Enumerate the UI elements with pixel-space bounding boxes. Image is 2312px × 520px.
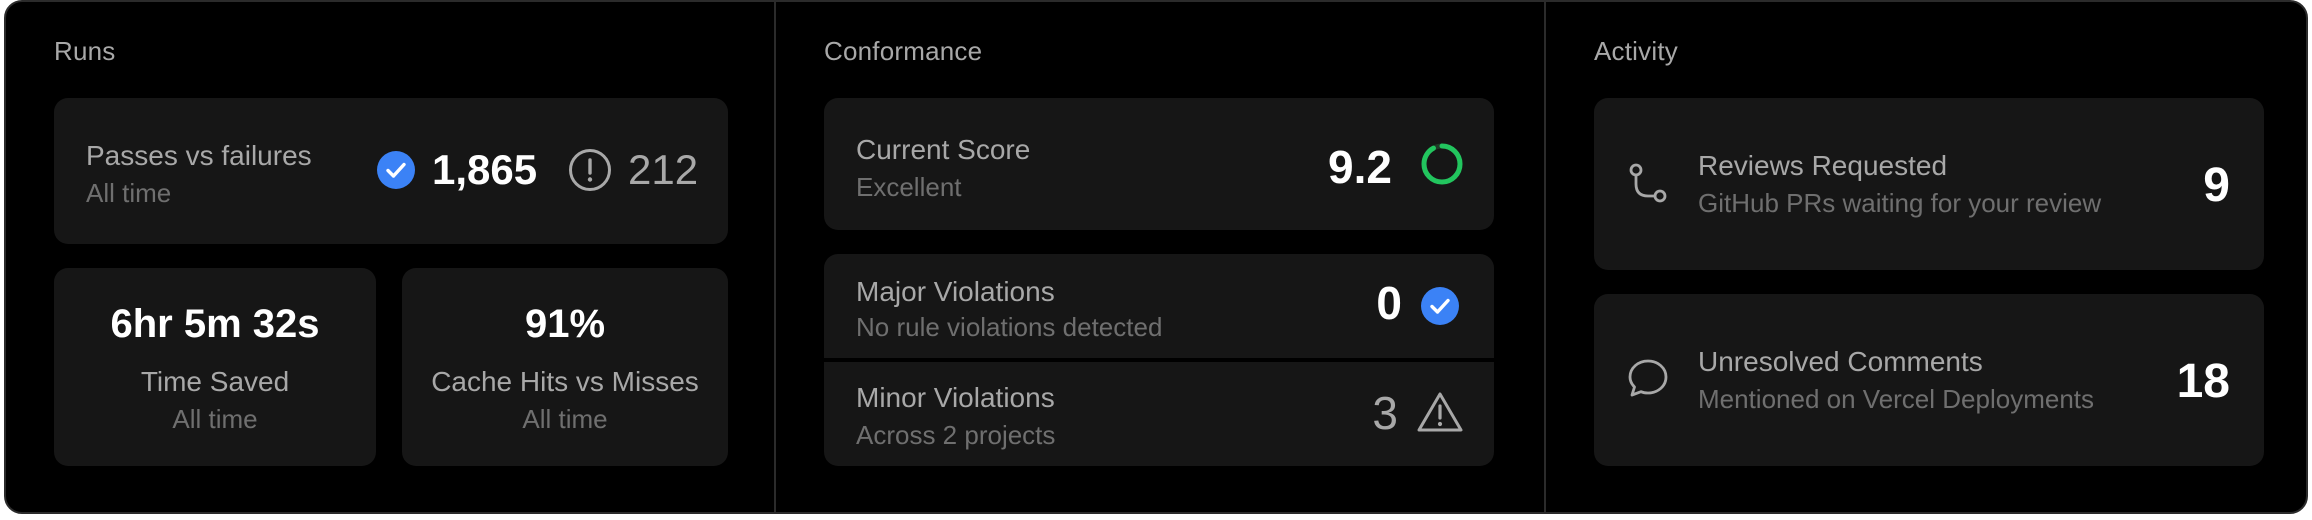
current-score-sublabel: Excellent xyxy=(856,172,962,202)
warning-triangle-icon xyxy=(1416,390,1464,434)
major-violations-sublabel: No rule violations detected xyxy=(856,312,1163,342)
reviews-requested-count: 9 xyxy=(2203,159,2230,212)
cache-hits-card[interactable]: 91% Cache Hits vs Misses All time xyxy=(402,268,728,466)
minor-violations-sublabel: Across 2 projects xyxy=(856,420,1056,450)
cache-hits-sublabel: All time xyxy=(522,404,608,434)
comment-bubble-icon xyxy=(1626,356,1670,400)
alert-circle-icon xyxy=(568,148,612,192)
check-circle-icon xyxy=(376,150,416,190)
runs-column: Runs Passes vs failures All time 1,865 2… xyxy=(6,2,776,512)
failures-count: 212 xyxy=(628,146,699,193)
score-ring-icon xyxy=(1420,142,1464,186)
current-score-card[interactable]: Current Score Excellent 9.2 xyxy=(824,98,1494,230)
conformance-column: Conformance Current Score Excellent 9.2 … xyxy=(776,2,1544,512)
reviews-requested-card[interactable]: Reviews Requested GitHub PRs waiting for… xyxy=(1594,98,2264,270)
cache-hits-value: 91% xyxy=(524,302,606,346)
git-pull-request-icon xyxy=(1626,162,1670,206)
cache-hits-label: Cache Hits vs Misses xyxy=(431,366,699,397)
section-title-activity: Activity xyxy=(1594,36,1678,66)
unresolved-comments-count: 18 xyxy=(2176,355,2230,408)
major-violations-card[interactable]: Major Violations No rule violations dete… xyxy=(824,254,1494,358)
activity-column: Activity Reviews Requested GitHub PRs wa… xyxy=(1546,2,2306,512)
current-score-label: Current Score xyxy=(856,134,1031,165)
unresolved-comments-sublabel: Mentioned on Vercel Deployments xyxy=(1698,384,2095,414)
minor-violations-card[interactable]: Minor Violations Across 2 projects 3 xyxy=(824,362,1494,466)
current-score-value: 9.2 xyxy=(1328,141,1392,193)
section-title-conformance: Conformance xyxy=(824,36,983,66)
check-circle-icon xyxy=(1420,286,1460,326)
minor-violations-label: Minor Violations xyxy=(856,382,1055,413)
passes-count: 1,865 xyxy=(432,146,538,193)
time-saved-label: Time Saved xyxy=(140,366,290,397)
major-violations-count: 0 xyxy=(1376,277,1402,329)
section-title-runs: Runs xyxy=(54,36,116,66)
major-violations-label: Major Violations xyxy=(856,276,1055,307)
unresolved-comments-card[interactable]: Unresolved Comments Mentioned on Vercel … xyxy=(1594,294,2264,466)
time-saved-sublabel: All time xyxy=(172,404,258,434)
unresolved-comments-label: Unresolved Comments xyxy=(1698,346,1983,377)
passes-vs-failures-sublabel: All time xyxy=(86,178,172,208)
passes-vs-failures-card[interactable]: Passes vs failures All time 1,865 212 xyxy=(54,98,728,244)
passes-vs-failures-label: Passes vs failures xyxy=(86,140,312,171)
time-saved-card[interactable]: 6hr 5m 32s Time Saved All time xyxy=(54,268,376,466)
minor-violations-count: 3 xyxy=(1372,387,1398,439)
dashboard-panel: Runs Passes vs failures All time 1,865 2… xyxy=(4,0,2308,514)
time-saved-value: 6hr 5m 32s xyxy=(110,302,320,346)
reviews-requested-sublabel: GitHub PRs waiting for your review xyxy=(1698,188,2102,218)
reviews-requested-label: Reviews Requested xyxy=(1698,150,1948,181)
